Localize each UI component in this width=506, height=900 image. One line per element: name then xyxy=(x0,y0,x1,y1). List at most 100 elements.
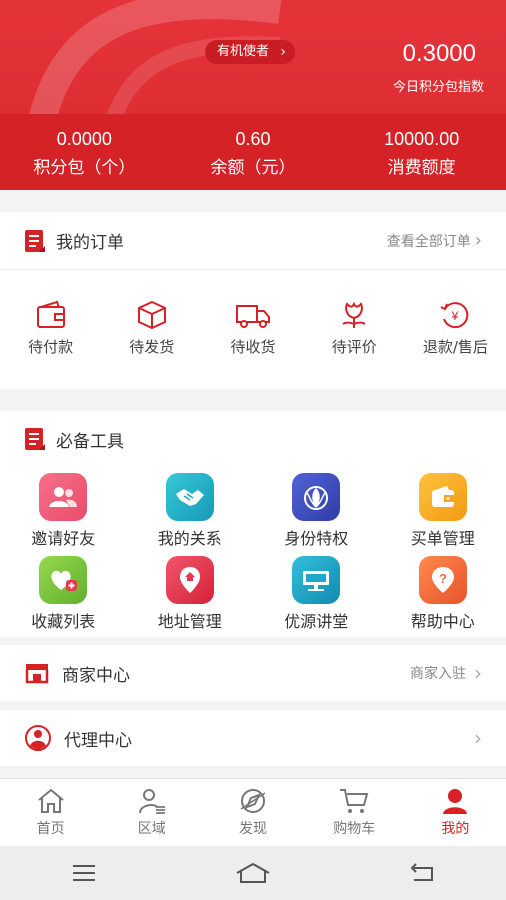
stat-label: 积分包（个） xyxy=(33,158,136,178)
merchant-center-link[interactable]: 商家中心 商家入驻 › xyxy=(0,645,506,701)
wallet-icon xyxy=(36,300,65,328)
region-icon xyxy=(138,789,165,814)
back-icon xyxy=(410,863,433,881)
cart-icon xyxy=(340,789,369,813)
profile-icon xyxy=(443,789,468,814)
stat-consumption-limit[interactable]: 10000.00 消费额度 xyxy=(337,114,506,190)
svg-text:?: ? xyxy=(439,571,447,586)
tool-favorites-list[interactable]: 收藏列表 xyxy=(0,550,127,633)
tab-discover[interactable]: 发现 xyxy=(202,779,303,846)
tool-bill-management[interactable]: 买单管理 xyxy=(380,467,506,550)
order-pending-payment[interactable]: 待付款 xyxy=(0,300,101,357)
merchant-join-action[interactable]: 商家入驻 › xyxy=(410,661,482,685)
orders-section: 我的订单 查看全部订单 › 待付款 待发货 待收货 待评价 ¥ 退款/售后 xyxy=(0,212,506,389)
tool-my-relations[interactable]: 我的关系 xyxy=(127,467,254,550)
lecture-icon xyxy=(292,556,341,604)
tab-cart[interactable]: 购物车 xyxy=(304,779,405,846)
role-badge-button[interactable]: 有机使者 › xyxy=(205,40,296,64)
favorites-icon xyxy=(39,556,88,604)
refund-icon: ¥ xyxy=(440,302,469,329)
chevron-right-icon: › xyxy=(474,661,482,685)
tool-help-center[interactable]: ? 帮助中心 xyxy=(380,550,506,633)
flower-icon xyxy=(342,301,366,328)
truck-icon xyxy=(236,305,270,328)
chevron-right-icon: › xyxy=(474,230,482,251)
back-button[interactable] xyxy=(392,853,452,893)
tools-section: 必备工具 邀请好友 我的关系 身份特权 买单管理 收藏列表 地址管理 优源讲堂 … xyxy=(0,411,506,637)
system-navigation-bar xyxy=(0,846,506,900)
points-index-value: 0.3000 xyxy=(402,40,476,67)
menu-button[interactable] xyxy=(54,853,114,893)
merchant-join-label: 商家入驻 xyxy=(410,666,466,682)
tab-profile[interactable]: 我的 xyxy=(405,779,506,846)
chevron-right-icon: › xyxy=(280,44,287,60)
order-status-label: 待收货 xyxy=(230,338,276,356)
store-icon xyxy=(25,664,49,684)
points-index-label: 今日积分包指数 xyxy=(392,80,484,95)
tool-label: 身份特权 xyxy=(284,529,349,548)
home-icon xyxy=(37,788,64,813)
location-icon xyxy=(165,556,214,604)
tool-label: 我的关系 xyxy=(157,529,222,548)
identity-icon xyxy=(292,473,341,521)
tool-invite-friends[interactable]: 邀请好友 xyxy=(0,467,127,550)
tools-title: 必备工具 xyxy=(56,431,124,452)
tool-identity-privilege[interactable]: 身份特权 xyxy=(253,467,380,550)
tab-region[interactable]: 区域 xyxy=(101,779,202,846)
orders-title: 我的订单 xyxy=(56,233,124,253)
stat-label: 消费额度 xyxy=(387,158,456,178)
tab-label: 区域 xyxy=(137,821,166,837)
agent-center-title: 代理中心 xyxy=(64,730,132,751)
order-status-label: 待评价 xyxy=(331,338,377,356)
tab-label: 我的 xyxy=(441,821,470,837)
tab-label: 购物车 xyxy=(333,821,376,837)
role-badge-label: 有机使者 xyxy=(217,44,270,59)
agent-center-row[interactable]: 代理中心 › xyxy=(0,710,506,766)
home-button[interactable] xyxy=(223,853,283,893)
tool-label: 收藏列表 xyxy=(31,612,96,631)
bill-icon xyxy=(418,473,467,521)
merchant-center-row[interactable]: 商家中心 商家入驻 › xyxy=(0,645,506,701)
tool-lecture-hall[interactable]: 优源讲堂 xyxy=(253,550,380,633)
order-status-label: 退款/售后 xyxy=(422,338,488,356)
stat-value: 10000.00 xyxy=(384,129,460,149)
stat-points-packs[interactable]: 0.0000 积分包（个） xyxy=(0,114,169,190)
tab-label: 发现 xyxy=(239,821,267,837)
handshake-icon xyxy=(165,473,214,521)
merchant-center-title: 商家中心 xyxy=(62,665,130,686)
view-all-orders-link[interactable]: 查看全部订单 › xyxy=(387,230,482,251)
tools-grid: 邀请好友 我的关系 身份特权 买单管理 收藏列表 地址管理 优源讲堂 ? 帮助中… xyxy=(0,467,506,633)
tool-label: 地址管理 xyxy=(157,612,222,631)
agent-center-chevron: › xyxy=(466,726,482,750)
stat-balance[interactable]: 0.60 余额（元） xyxy=(169,114,338,190)
home-nav-icon xyxy=(236,862,270,883)
tool-address-management[interactable]: 地址管理 xyxy=(127,550,254,633)
order-pending-shipment[interactable]: 待发货 xyxy=(101,300,202,357)
agent-center-link[interactable]: 代理中心 › xyxy=(0,710,506,766)
profile-header: 有机使者 › 0.3000 今日积分包指数 0.0000 积分包（个） 0.60… xyxy=(0,0,506,190)
stat-value: 0.60 xyxy=(235,129,271,149)
header-decoration xyxy=(26,0,282,130)
help-icon: ? xyxy=(418,556,467,604)
order-pending-review[interactable]: 待评价 xyxy=(304,300,405,357)
view-all-orders-label: 查看全部订单 xyxy=(386,233,471,250)
tool-label: 买单管理 xyxy=(410,529,475,548)
document-icon xyxy=(25,428,45,450)
stat-value: 0.0000 xyxy=(56,129,112,149)
bottom-tab-bar: 首页 区域 发现 购物车 我的 xyxy=(0,778,506,846)
tab-home[interactable]: 首页 xyxy=(0,779,101,846)
order-pending-receipt[interactable]: 待收货 xyxy=(202,300,303,357)
svg-text:¥: ¥ xyxy=(451,309,459,323)
agent-icon xyxy=(25,725,51,751)
tab-label: 首页 xyxy=(36,821,65,837)
discover-icon xyxy=(240,789,266,813)
tools-header: 必备工具 xyxy=(0,411,506,467)
order-status-label: 待发货 xyxy=(129,338,175,356)
order-status-label: 待付款 xyxy=(28,338,74,356)
tool-label: 邀请好友 xyxy=(31,529,96,548)
document-icon xyxy=(25,229,45,252)
order-refund-aftersales[interactable]: ¥ 退款/售后 xyxy=(405,300,506,357)
order-status-row: 待付款 待发货 待收货 待评价 ¥ 退款/售后 xyxy=(0,270,506,387)
menu-icon xyxy=(73,865,96,881)
chevron-right-icon: › xyxy=(474,726,482,750)
